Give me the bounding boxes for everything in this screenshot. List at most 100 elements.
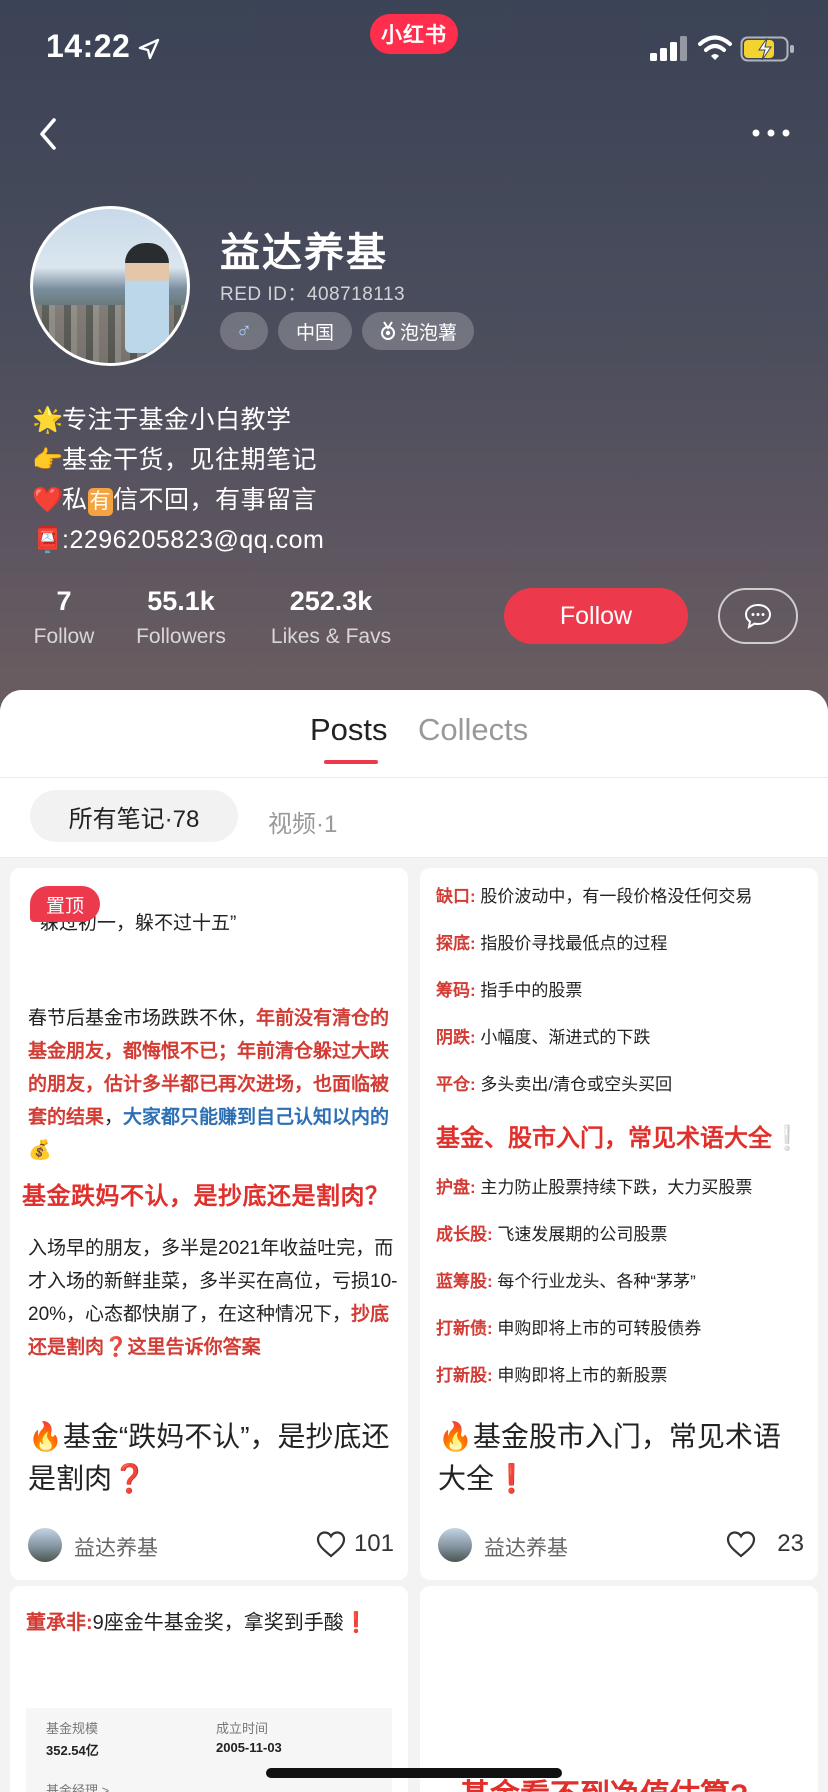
cover-name: 董承非: <box>26 1612 93 1634</box>
question-mark-icon: ❓ <box>112 1463 147 1494</box>
money-bag-icon: 💰 <box>28 1140 52 1161</box>
term-name: 缺口: <box>436 887 476 906</box>
author-avatar <box>438 1528 472 1562</box>
bio-line: 🌟专注于基金小白教学 <box>32 400 552 440</box>
note-card[interactable]: 躲过初一，躲不过十五” 置顶 春节后基金市场跌跌不休，年前没有清仓的基金朋友，都… <box>10 868 408 1580</box>
stat-value: 55.1k <box>147 586 215 616</box>
term-desc: 每个行业龙头、各种“茅茅” <box>497 1272 696 1291</box>
filter-bar: 所有笔记·78 视频·1 <box>0 778 828 858</box>
term-line: 探底: 指股价寻找最低点的过程 <box>436 929 667 954</box>
note-title: 🔥基金股市入门，常见术语大全❗ <box>438 1416 808 1500</box>
follow-button[interactable]: Follow <box>504 588 688 644</box>
term-desc: 小幅度、渐进式的下跌 <box>480 1028 651 1047</box>
author-avatar <box>28 1528 62 1562</box>
term-name: 蓝筹股: <box>436 1272 493 1291</box>
status-bar: 14:22 小红书 <box>0 0 828 100</box>
filter-videos[interactable]: 视频·1 <box>268 804 337 839</box>
likes-favs-stat[interactable]: 252.3k Likes & Favs <box>264 584 398 650</box>
home-indicator[interactable] <box>266 1768 562 1778</box>
cover-line: 董承非:9座金牛基金奖，拿奖到手酸❗ <box>26 1606 369 1635</box>
bio-line: 📮:2296205823@qq.com <box>32 520 552 560</box>
author-name: 益达养基 <box>74 1537 158 1560</box>
chat-bubble-icon <box>744 603 772 629</box>
followers-stat[interactable]: 55.1k Followers <box>130 584 232 650</box>
bio-email: :2296205823@qq.com <box>62 526 325 554</box>
heart-icon[interactable] <box>726 1530 756 1558</box>
heart-emoji-icon: ❤️ <box>32 486 64 514</box>
note-footer: 益达养基 101 <box>28 1528 394 1562</box>
stat-value: 7 <box>56 586 72 616</box>
like-count: 101 <box>353 1530 394 1557</box>
app-badge[interactable]: 小红书 <box>370 14 458 54</box>
author-name: 益达养基 <box>484 1537 568 1560</box>
term-desc: 飞速发展期的公司股票 <box>497 1225 668 1244</box>
term-line: 缺口: 股价波动中，有一段价格没任何交易 <box>436 882 752 907</box>
cover-heading: 基金跌妈不认，是抄底还是割肉？ <box>22 1183 390 1210</box>
stat-value: 252.3k <box>289 586 373 616</box>
battery-charging-icon <box>740 36 794 62</box>
cellular-signal-icon <box>650 36 687 61</box>
content-sheet: Posts Collects 所有笔记·78 视频·1 躲过初一，躲不过十五” … <box>0 690 828 1792</box>
term-line: 打新股: 申购即将上市的新股票 <box>436 1361 667 1386</box>
table-label: 成立时间 <box>216 1721 269 1736</box>
exclamation-mark-icon: ❗ <box>343 1612 369 1634</box>
note-title-text: 基金“跌妈不认”，是抄底还是割肉 <box>28 1421 390 1494</box>
bio-text: 私 <box>62 486 88 514</box>
term-name: 打新债: <box>436 1319 493 1338</box>
term-line: 蓝筹股: 每个行业龙头、各种“茅茅” <box>436 1267 696 1292</box>
cover-paragraph: 入场早的朋友，多半是2021年收益吐完，而才入场的新鲜韭菜，多半买在高位，亏损1… <box>28 1232 398 1364</box>
pointing-hand-icon: 👉 <box>32 446 64 474</box>
profile-avatar[interactable] <box>30 206 190 366</box>
red-id[interactable]: RED ID：408718113 <box>220 279 405 306</box>
cover-heading-text: 基金、股市入门，常见术语大全 <box>436 1125 772 1152</box>
term-name: 筹码: <box>436 981 476 1000</box>
filter-all-notes[interactable]: 所有笔记·78 <box>30 790 238 842</box>
cover-paragraph: 春节后基金市场跌跌不休，年前没有清仓的基金朋友，都悔恨不已；年前清仓躲过大跌的朋… <box>28 1002 398 1167</box>
mailbox-icon: 📮 <box>32 526 64 554</box>
note-card[interactable]: 董承非:9座金牛基金奖，拿奖到手酸❗ 基金规模 352.54亿 成立时间 200… <box>10 1586 408 1792</box>
note-footer: 益达养基 23 <box>438 1528 804 1562</box>
following-stat[interactable]: 7 Follow <box>30 584 98 650</box>
profile-name: 益达养基 <box>220 231 388 275</box>
table-label: 基金规模 <box>46 1721 99 1736</box>
term-line: 筹码: 指手中的股票 <box>436 976 582 1001</box>
bio-text: 基金干货，见往期笔记 <box>62 446 318 474</box>
table-value: 2005-11-03 <box>216 1740 282 1755</box>
gender-tag: ♂ <box>220 312 268 350</box>
heart-icon[interactable] <box>316 1530 346 1558</box>
term-desc: 多头卖出/清仓或空头买回 <box>480 1075 673 1094</box>
term-name: 探底: <box>436 934 476 953</box>
fire-icon: 🔥 <box>438 1421 473 1452</box>
cover-heading: 基金、股市入门，常见术语大全❕ <box>436 1118 802 1153</box>
message-button[interactable] <box>718 588 798 644</box>
term-line: 护盘: 主力防止股票持续下跌，大力买股票 <box>436 1173 752 1198</box>
term-desc: 股价波动中，有一段价格没任何交易 <box>480 887 753 906</box>
tab-posts[interactable]: Posts <box>310 712 388 748</box>
tabs-bar: Posts Collects <box>0 690 828 778</box>
cover-text: ， <box>104 1107 124 1128</box>
cover-text: 春节后基金市场跌跌不休， <box>28 1008 257 1029</box>
term-name: 阴跌: <box>436 1028 476 1047</box>
term-line: 平仓: 多头卖出/清仓或空头买回 <box>436 1070 672 1095</box>
note-title-text: 基金股市入门，常见术语大全 <box>438 1421 781 1494</box>
tab-collects[interactable]: Collects <box>418 712 528 748</box>
term-name: 成长股: <box>436 1225 493 1244</box>
fund-info-table: 基金规模 352.54亿 成立时间 2005-11-03 基金经理 > <box>26 1708 392 1792</box>
like-count: 23 <box>777 1530 804 1557</box>
cover-text: 入场早的朋友，多半是2021年收益吐完，而才入场的新鲜韭菜，多半买在高位，亏损1… <box>28 1238 398 1325</box>
note-title: 🔥基金“跌妈不认”，是抄底还是割肉❓ <box>28 1416 398 1500</box>
note-card[interactable]: 基金看不到净值估算? <box>420 1586 818 1792</box>
term-line: 成长股: 飞速发展期的公司股票 <box>436 1220 667 1245</box>
exclamation-icon: ❕ <box>772 1125 802 1152</box>
status-time: 14:22 <box>46 28 131 64</box>
more-options-icon[interactable] <box>750 126 792 140</box>
active-tab-indicator <box>324 760 378 764</box>
term-desc: 指股价寻找最低点的过程 <box>480 934 668 953</box>
bio-line: 👉基金干货，见往期笔记 <box>32 440 552 480</box>
term-desc: 申购即将上市的新股票 <box>497 1366 668 1385</box>
back-arrow-icon[interactable] <box>32 112 68 156</box>
note-card[interactable]: 缺口: 股价波动中，有一段价格没任何交易 探底: 指股价寻找最低点的过程 筹码:… <box>420 868 818 1580</box>
level-tag[interactable]: 泡泡薯 <box>362 312 474 350</box>
stat-label: Likes & Favs <box>270 625 392 648</box>
exclamation-mark-icon: ❗ <box>494 1463 529 1494</box>
